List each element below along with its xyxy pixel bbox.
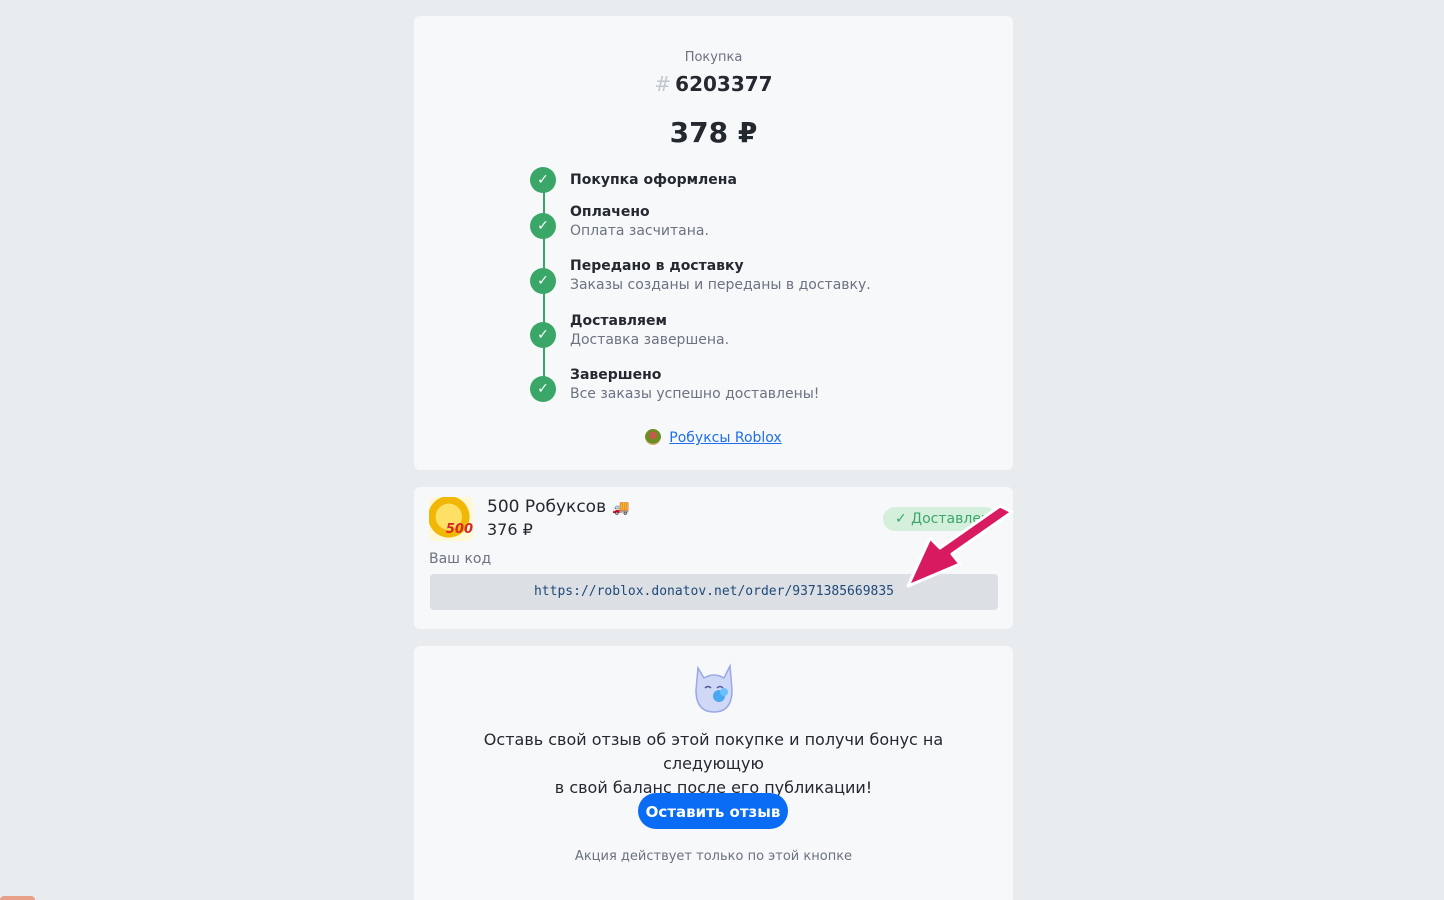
review-prompt-line: Оставь свой отзыв об этой покупке и полу… (483, 730, 944, 773)
order-number-value: 6203377 (675, 72, 773, 96)
step-title: Передано в доставку (570, 258, 744, 274)
product-link-row: Робуксы Roblox (414, 429, 1013, 446)
item-price: 376 ₽ (487, 520, 533, 539)
review-card: Оставь свой отзыв об этой покупке и полу… (414, 646, 1013, 900)
step-description: Оплата засчитана. (570, 223, 709, 239)
product-link[interactable]: Робуксы Roblox (669, 430, 781, 446)
order-total: 378 ₽ (669, 116, 758, 149)
check-icon: ✓ (530, 322, 556, 348)
mascot-cat-icon (695, 663, 733, 713)
step-title: Завершено (570, 367, 662, 383)
truck-icon: 🚚 (612, 500, 630, 516)
product-avatar-icon (645, 429, 662, 445)
step-description: Заказы созданы и переданы в доставку. (570, 277, 871, 293)
pointer-arrow-icon (906, 504, 1014, 588)
review-prompt: Оставь свой отзыв об этой покупке и полу… (434, 728, 993, 800)
item-name: 500 Робуксов 🚚 (487, 497, 630, 517)
leave-review-button[interactable]: Оставить отзыв (638, 793, 788, 829)
step-title: Оплачено (570, 204, 650, 220)
hash-symbol: # (654, 72, 672, 96)
thumb-number: 500 (445, 522, 473, 537)
order-summary-card: Покупка #6203377 378 ₽ ✓ Покупка оформле… (414, 16, 1013, 470)
step-description: Все заказы успешно доставлены! (570, 386, 820, 402)
code-label: Ваш код (429, 551, 492, 567)
check-icon: ✓ (530, 268, 556, 294)
robux-coin-icon: 500 (429, 497, 473, 541)
promo-note: Акция действует только по этой кнопке (574, 849, 853, 864)
order-status-timeline: ✓ Покупка оформлена ✓ Оплачено Оплата за… (530, 151, 950, 402)
check-icon: ✓ (530, 167, 556, 193)
item-name-text: 500 Робуксов (487, 497, 607, 517)
check-icon: ✓ (530, 213, 556, 239)
check-icon: ✓ (530, 376, 556, 402)
step-title: Покупка оформлена (570, 172, 737, 188)
order-number: #6203377 (414, 72, 1013, 96)
step-description: Доставка завершена. (570, 332, 730, 348)
corner-widget-tab[interactable] (0, 896, 35, 900)
step-title: Доставляем (570, 313, 667, 329)
purchase-label: Покупка (684, 50, 743, 65)
